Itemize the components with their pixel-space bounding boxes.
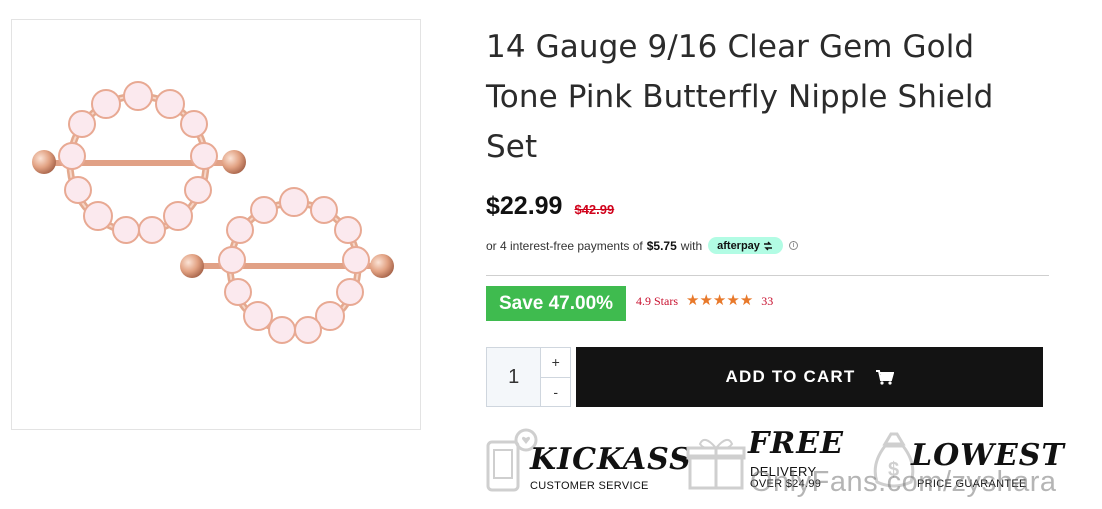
- star-icon: ★: [699, 293, 713, 309]
- star-icon: ★: [686, 293, 700, 309]
- gift-box-icon: [686, 438, 746, 490]
- divider: [486, 275, 1049, 276]
- afterpay-info: or 4 interest-free payments of $5.75 wit…: [486, 237, 798, 254]
- feature-head: KICKASS: [530, 442, 692, 477]
- star-icon: ★: [739, 293, 754, 309]
- review-count[interactable]: 33: [761, 294, 773, 309]
- shield-1: [32, 81, 246, 244]
- star-icon: ★: [726, 293, 740, 309]
- product-photo: [32, 81, 394, 344]
- add-to-cart-button[interactable]: ADD TO CART: [576, 347, 1043, 407]
- afterpay-brand: afterpay: [717, 239, 760, 252]
- rating-label: 4.9 Stars: [636, 294, 678, 308]
- product-image[interactable]: [11, 19, 421, 430]
- price-row: $22.99 $42.99: [486, 192, 614, 221]
- afterpay-arrows-icon: [763, 241, 772, 250]
- star-icon: ★: [712, 293, 727, 309]
- original-price: $42.99: [574, 202, 615, 217]
- cart-icon: [875, 369, 894, 385]
- feature-customer-service: KICKASS CUSTOMER SERVICE: [486, 426, 691, 506]
- star-rating: ★ ★ ★ ★ ★: [686, 294, 753, 309]
- add-to-cart-label: ADD TO CART: [725, 367, 856, 386]
- save-badge: Save 47.00%: [486, 286, 626, 321]
- rating[interactable]: 4.9 Stars ★ ★ ★ ★ ★ 33: [636, 294, 773, 309]
- feature-head: FREE: [748, 426, 844, 461]
- current-price: $22.99: [486, 192, 563, 220]
- afterpay-amount: $5.75: [646, 238, 677, 253]
- quantity-decrease-button[interactable]: -: [541, 376, 570, 407]
- afterpay-prefix: or 4 interest-free payments of: [486, 238, 643, 253]
- watermark: OnlyFans.com/zyshara: [750, 466, 1057, 498]
- quantity-increase-button[interactable]: +: [541, 348, 570, 377]
- feature-sub: CUSTOMER SERVICE: [530, 480, 649, 492]
- quantity-controls: + -: [540, 348, 570, 406]
- quantity-input[interactable]: 1: [487, 348, 541, 406]
- quantity-stepper: 1 + -: [486, 347, 571, 407]
- shield-2: [180, 187, 394, 344]
- afterpay-badge[interactable]: afterpay: [708, 237, 783, 254]
- product-title: 14 Gauge 9/16 Clear Gem Gold Tone Pink B…: [486, 29, 994, 165]
- afterpay-with: with: [680, 238, 703, 253]
- info-icon[interactable]: i: [788, 241, 798, 250]
